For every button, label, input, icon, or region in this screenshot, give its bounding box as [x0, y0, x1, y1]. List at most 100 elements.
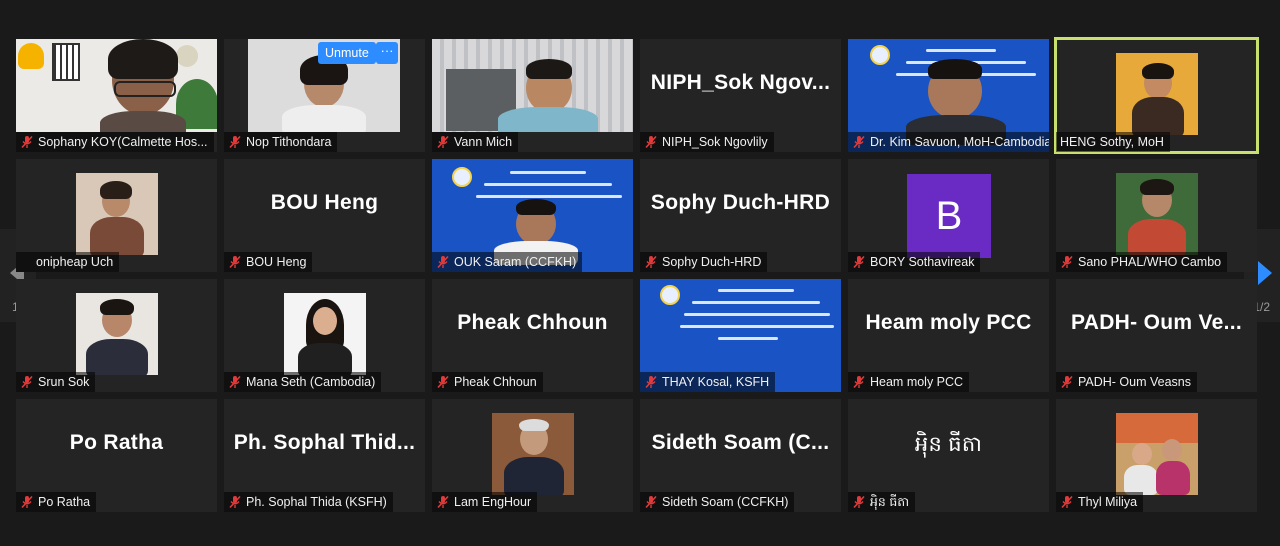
- participant-display-name: NIPH_Sok Ngov...: [650, 71, 831, 94]
- participant-name: Vann Mich: [454, 135, 513, 149]
- participant-hair: [526, 59, 572, 79]
- participant-tile[interactable]: Srun Sok: [16, 279, 217, 392]
- mic-muted-icon: [437, 495, 449, 509]
- participant-tile[interactable]: អុិន ធីតា អុិន ធីតា: [848, 399, 1049, 512]
- participant-body: [498, 107, 598, 132]
- profile-picture: [76, 173, 158, 255]
- participant-tile[interactable]: Sano PHAL/WHO Cambo: [1056, 159, 1257, 272]
- participant-name: Ph. Sophal Thida (KSFH): [246, 495, 387, 509]
- ministry-logo: [660, 285, 680, 305]
- participant-tile[interactable]: B BORY Sothavireak: [848, 159, 1049, 272]
- participant-tile[interactable]: Sophany KOY(Calmette Hos...: [16, 39, 217, 152]
- reaction-icon: [52, 43, 80, 81]
- participant-tile[interactable]: THAY Kosal, KSFH: [640, 279, 841, 392]
- profile-picture: [1116, 53, 1198, 135]
- participant-name: Srun Sok: [38, 375, 90, 389]
- participant-tile[interactable]: Mana Seth (Cambodia): [224, 279, 425, 392]
- participant-name: Thyl Miliya: [1078, 495, 1138, 509]
- participant-tile[interactable]: Vann Mich: [432, 39, 633, 152]
- ministry-logo: [870, 45, 890, 65]
- participant-tile[interactable]: Unmute ··· Nop Tithondara: [224, 39, 425, 152]
- mic-muted-icon: [229, 375, 241, 389]
- mic-muted-icon: [21, 375, 33, 389]
- participant-head: [1132, 443, 1152, 465]
- slide-text: [684, 313, 830, 316]
- glasses: [114, 81, 176, 97]
- avatar-initial: B: [907, 174, 991, 258]
- participant-name: THAY Kosal, KSFH: [662, 375, 770, 389]
- photo-background: [1116, 413, 1198, 443]
- participant-name: BOU Heng: [246, 255, 307, 269]
- participant-body: [1156, 461, 1190, 495]
- participant-hair: [1140, 179, 1174, 195]
- participant-body: [1132, 97, 1184, 135]
- slide-text: [476, 195, 622, 198]
- chevron-right-icon: [1258, 261, 1272, 285]
- profile-picture: [1116, 173, 1198, 255]
- participant-display-name: Ph. Sophal Thid...: [233, 431, 416, 454]
- participant-tile[interactable]: Heam moly PCC Heam moly PCC: [848, 279, 1049, 392]
- participant-hair: [928, 59, 982, 79]
- mic-muted-icon: [853, 135, 865, 149]
- raise-hand-icon: [18, 43, 44, 69]
- participant-body: [298, 343, 352, 375]
- participant-tile[interactable]: Thyl Miliya: [1056, 399, 1257, 512]
- participant-name: Nop Tithondara: [246, 135, 332, 149]
- participant-tile[interactable]: Sophy Duch-HRD Sophy Duch-HRD: [640, 159, 841, 272]
- participant-tile[interactable]: Pheak Chhoun Pheak Chhoun: [432, 279, 633, 392]
- participant-display-name: អុិន ធីតា: [914, 433, 983, 456]
- participant-head: [1162, 439, 1182, 461]
- participant-body: [1128, 219, 1186, 255]
- participant-tile[interactable]: BOU Heng BOU Heng: [224, 159, 425, 272]
- participant-name: Sano PHAL/WHO Cambo: [1078, 255, 1222, 269]
- participant-name: OUK Saram (CCFKH): [454, 255, 577, 269]
- participant-name: BORY Sothavireak: [870, 255, 975, 269]
- participant-name: Po Ratha: [38, 495, 91, 509]
- mic-muted-icon: [645, 135, 657, 149]
- participant-tile[interactable]: Ph. Sophal Thid... Ph. Sophal Thida (KSF…: [224, 399, 425, 512]
- slide-text: [510, 171, 586, 174]
- more-options-button[interactable]: ···: [376, 42, 398, 64]
- participant-hair: [108, 39, 178, 79]
- participant-face: [313, 307, 337, 335]
- mic-muted-icon: [645, 495, 657, 509]
- participant-tile[interactable]: Po Ratha Po Ratha: [16, 399, 217, 512]
- participant-display-name: Heam moly PCC: [865, 311, 1032, 334]
- participant-tile[interactable]: NIPH_Sok Ngov... NIPH_Sok Ngovlily: [640, 39, 841, 152]
- participant-display-name: Sideth Soam (C...: [651, 431, 830, 454]
- participant-name: អុិន ធីតា: [870, 495, 910, 509]
- mic-muted-icon: [229, 255, 241, 269]
- mic-muted-icon: [437, 255, 449, 269]
- slide-text: [692, 301, 820, 304]
- participant-tile[interactable]: onipheap Uch: [16, 159, 217, 272]
- participant-name: PADH- Oum Veasns: [1078, 375, 1192, 389]
- participant-display-name: Sophy Duch-HRD: [650, 191, 831, 214]
- participant-tile[interactable]: Lam EngHour: [432, 399, 633, 512]
- participant-body: [1124, 465, 1158, 495]
- participant-tile-active-speaker[interactable]: HENG Sothy, MoH: [1054, 37, 1259, 154]
- participant-tile[interactable]: OUK Saram (CCFKH): [432, 159, 633, 272]
- ministry-logo: [452, 167, 472, 187]
- participant-name: HENG Sothy, MoH: [1060, 135, 1164, 149]
- participant-tile[interactable]: Dr. Kim Savuon, MoH-Cambodia: [848, 39, 1049, 152]
- mic-muted-icon: [437, 375, 449, 389]
- participant-display-name: Pheak Chhoun: [457, 311, 608, 334]
- participant-body: [90, 217, 144, 255]
- participant-hair: [1142, 63, 1174, 79]
- mic-muted-icon: [645, 375, 657, 389]
- mic-muted-icon: [1061, 255, 1073, 269]
- profile-picture: [492, 413, 574, 495]
- profile-picture: [284, 293, 366, 375]
- participant-body: [504, 457, 564, 495]
- mic-muted-icon: [21, 135, 33, 149]
- participant-hair: [100, 181, 132, 199]
- participant-name: Heam moly PCC: [870, 375, 964, 389]
- participant-tile[interactable]: Sideth Soam (C... Sideth Soam (CCFKH): [640, 399, 841, 512]
- participant-name: onipheap Uch: [36, 255, 114, 269]
- participant-tile[interactable]: PADH- Oum Ve... PADH- Oum Veasns: [1056, 279, 1257, 392]
- participant-name: Pheak Chhoun: [454, 375, 537, 389]
- zoom-gallery-view: 1/2 1/2 Sophany KOY(Calmette Hos...: [0, 0, 1280, 546]
- unmute-button[interactable]: Unmute: [318, 42, 376, 64]
- mic-muted-icon: [1061, 375, 1073, 389]
- participant-grid: Sophany KOY(Calmette Hos... Unmute ··· N…: [16, 37, 1259, 512]
